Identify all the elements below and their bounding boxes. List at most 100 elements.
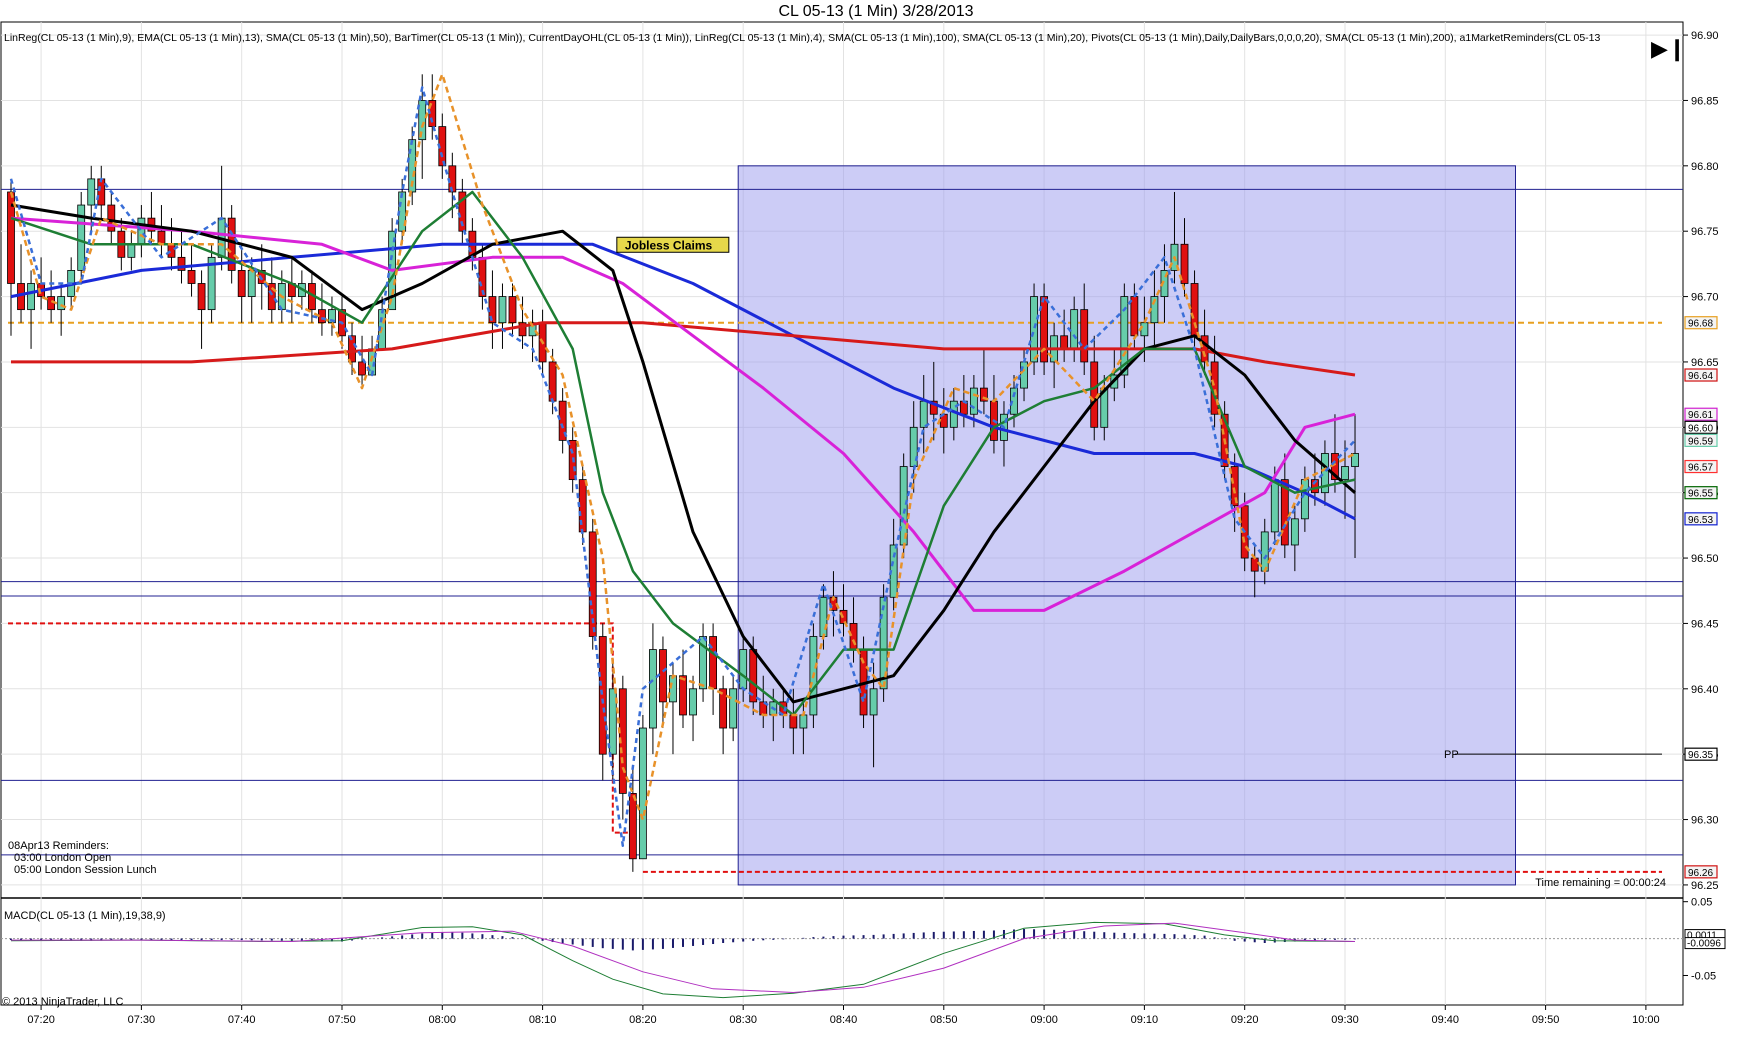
- x-tick-label: 07:40: [228, 1014, 256, 1026]
- y-tick-label: 96.75: [1691, 226, 1719, 238]
- candle-body: [1030, 296, 1038, 363]
- candle-body: [1190, 283, 1199, 337]
- copyright: © 2013 NinjaTrader, LLC: [2, 996, 124, 1008]
- candle-body: [87, 178, 96, 206]
- candle: [638, 714, 647, 860]
- candle-body: [869, 688, 878, 716]
- candle-body: [1260, 531, 1269, 572]
- candle-body: [267, 283, 276, 311]
- candle-body: [1180, 243, 1189, 284]
- price-tag-label: 96.57: [1688, 463, 1713, 474]
- candle-body: [197, 283, 206, 311]
- candle: [899, 453, 908, 559]
- candle-body: [669, 675, 677, 703]
- macd-y-tick-label: -0.05: [1691, 970, 1716, 982]
- candle-body: [1080, 309, 1089, 363]
- candle-body: [739, 649, 748, 690]
- candle-body: [1140, 322, 1149, 337]
- price-tag-label: 96.68: [1688, 319, 1713, 330]
- price-tag-label: 96.64: [1688, 371, 1713, 382]
- candle-body: [659, 649, 667, 703]
- x-tick-label: 07:30: [128, 1014, 156, 1026]
- highlight-zone: [737, 165, 1516, 886]
- y-tick-label: 96.85: [1691, 95, 1719, 107]
- x-tick-label: 08:20: [629, 1014, 657, 1026]
- candle-body: [1130, 296, 1139, 337]
- candle-body: [849, 623, 858, 650]
- candle-body: [819, 596, 828, 637]
- price-tag-label: 96.55: [1688, 489, 1713, 500]
- price-tag-label: 96.53: [1688, 515, 1713, 526]
- candle-body: [598, 636, 607, 755]
- candle-body: [1020, 361, 1028, 389]
- candle-body: [799, 714, 808, 729]
- price-tag-label: 96.60: [1688, 423, 1713, 434]
- time-remaining: Time remaining = 00:00:24: [1535, 877, 1666, 889]
- y-tick-label: 96.25: [1691, 880, 1719, 892]
- x-tick-label: 09:20: [1231, 1014, 1259, 1026]
- x-tick-label: 09:40: [1432, 1014, 1460, 1026]
- candle-body: [1341, 466, 1349, 481]
- chart-title: CL 05-13 (1 Min) 3/28/2013: [778, 3, 974, 20]
- candle-body: [689, 688, 697, 716]
- macd-value-label: -0.0096: [1687, 939, 1721, 950]
- candle-body: [548, 361, 557, 402]
- candle-body: [638, 727, 647, 860]
- candle-body: [789, 714, 798, 729]
- candle: [1040, 283, 1048, 376]
- candle-body: [679, 675, 687, 716]
- macd-y-tick-label: 0.05: [1691, 897, 1712, 909]
- candle-body: [57, 296, 66, 311]
- candle-body: [969, 387, 978, 415]
- event-label: Jobless Claims: [625, 238, 713, 252]
- x-tick-label: 08:10: [529, 1014, 557, 1026]
- x-tick-label: 09:10: [1131, 1014, 1159, 1026]
- y-tick-label: 96.40: [1691, 684, 1719, 696]
- candle-body: [919, 400, 928, 428]
- x-tick-label: 08:50: [930, 1014, 958, 1026]
- y-tick-label: 96.80: [1691, 161, 1719, 173]
- x-tick-label: 08:00: [429, 1014, 457, 1026]
- candle-body: [719, 688, 728, 729]
- candle-body: [1290, 518, 1299, 546]
- reminder-line-1: 03:00 London Open: [14, 852, 112, 864]
- candle-body: [187, 270, 196, 284]
- candle-body: [1060, 335, 1069, 350]
- candle: [1030, 283, 1038, 376]
- x-tick-label: 07:50: [328, 1014, 356, 1026]
- candle-body: [127, 243, 136, 258]
- candle-body: [107, 204, 116, 232]
- candle-body: [1090, 361, 1099, 428]
- macd-label: MACD(CL 05-13 (1 Min),19,38,9): [4, 910, 166, 922]
- y-tick-label: 96.70: [1691, 292, 1719, 304]
- candle-body: [137, 217, 146, 245]
- candle-body: [628, 793, 637, 860]
- candle-body: [729, 688, 738, 729]
- candle-body: [1270, 479, 1279, 533]
- x-tick-label: 08:40: [830, 1014, 858, 1026]
- x-tick-label: 10:00: [1632, 1014, 1660, 1026]
- chart-canvas: 96.25 96.30 96.35 96.40 96.45 96.50 96.55 96.60…: [0, 21, 1726, 1026]
- y-tick-label: 96.50: [1691, 553, 1719, 565]
- x-tick-label: 07:20: [27, 1014, 55, 1026]
- price-tag-label: 96.61: [1688, 410, 1713, 421]
- candle-body: [97, 178, 106, 206]
- indicator-list: LinReg(CL 05-13 (1 Min),9), EMA(CL 05-13…: [4, 32, 1601, 44]
- x-tick-label: 09:00: [1030, 1014, 1058, 1026]
- x-tick-label: 09:30: [1331, 1014, 1359, 1026]
- candle-body: [237, 270, 246, 297]
- y-tick-label: 96.90: [1691, 30, 1719, 42]
- candle-body: [167, 243, 176, 258]
- skip-forward-icon[interactable]: ▶❙: [1651, 36, 1686, 62]
- y-tick-label: 96.45: [1691, 618, 1719, 630]
- x-tick-label: 09:50: [1532, 1014, 1560, 1026]
- candle-body: [27, 283, 35, 311]
- candle-body: [1070, 309, 1079, 350]
- x-tick-label: 08:30: [729, 1014, 757, 1026]
- candle-body: [247, 270, 256, 297]
- price-tag-label: 96.26: [1688, 868, 1713, 879]
- price-tag-label: 96.35: [1688, 750, 1713, 761]
- reminders-title: 08Apr13 Reminders:: [8, 840, 109, 852]
- pivot-pp-label: PP: [1444, 749, 1459, 761]
- reminder-line-2: 05:00 London Session Lunch: [14, 864, 157, 876]
